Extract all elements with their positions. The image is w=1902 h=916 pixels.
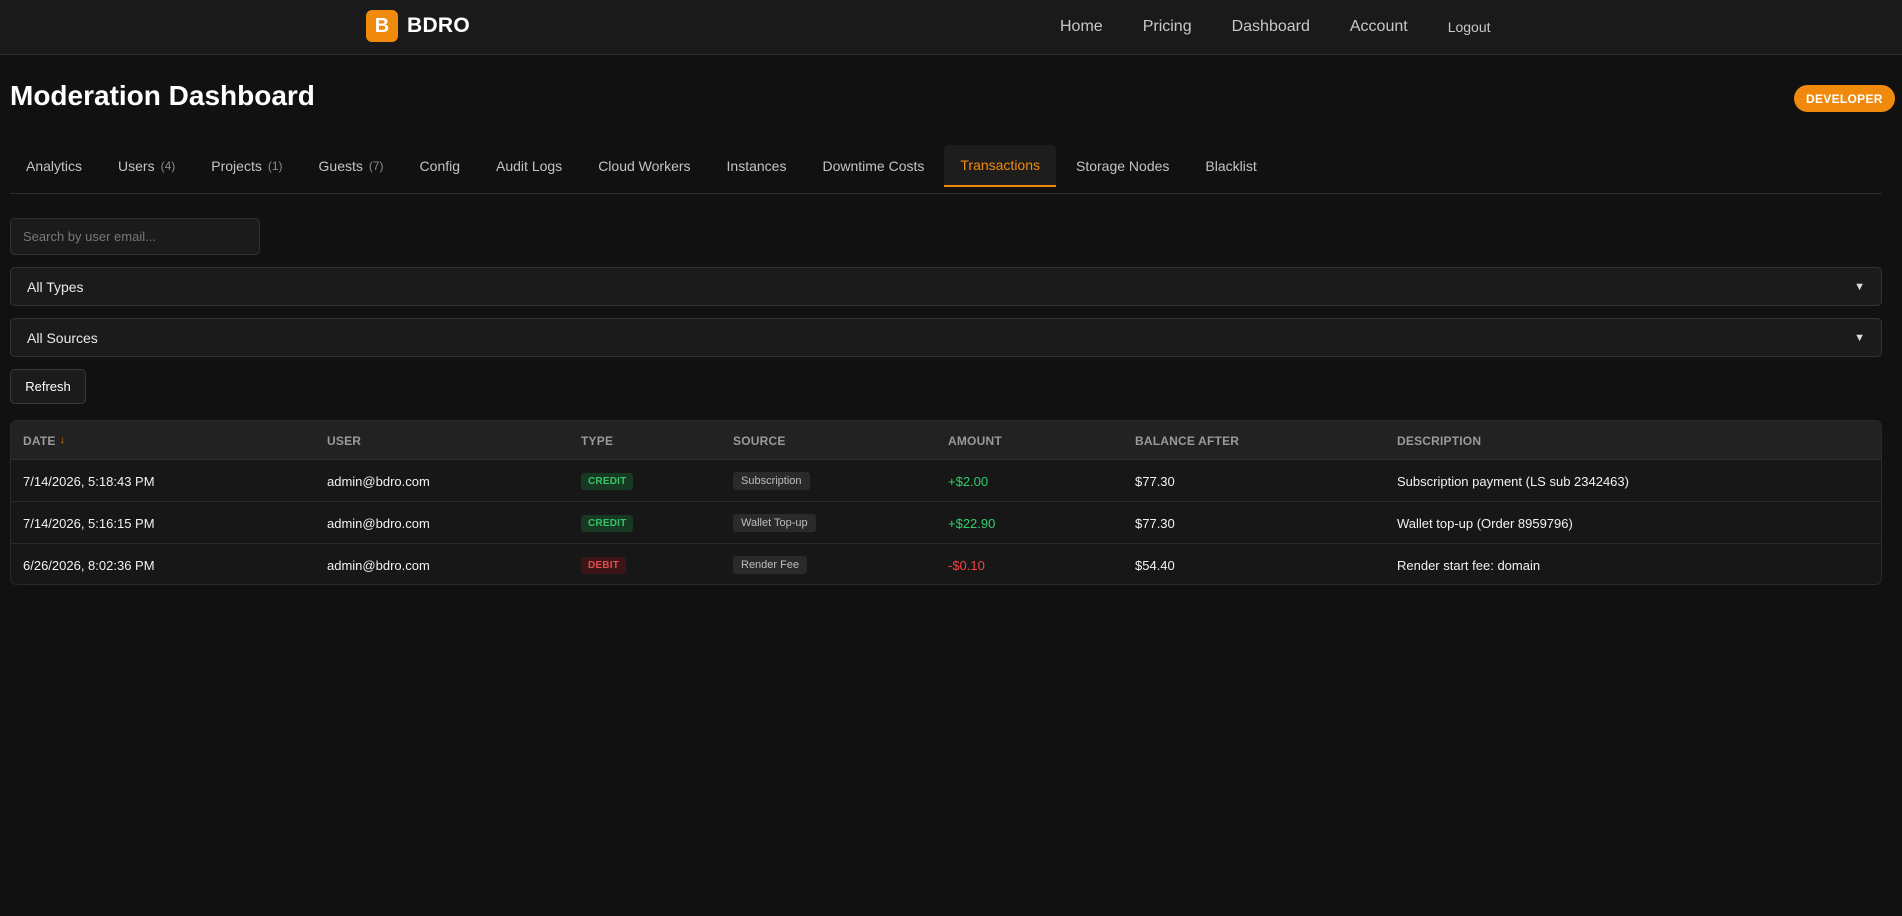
transactions-table: DATE ↓ USER TYPE SOURCE AMOUNT BALANCE A… [10,420,1882,585]
tab-guests[interactable]: Guests (7) [303,145,400,186]
tab-analytics[interactable]: Analytics [10,145,98,186]
tab-instances[interactable]: Instances [711,145,803,186]
column-header-amount: AMOUNT [948,433,1002,448]
source-badge: Subscription [733,472,810,490]
cell-description: Render start fee: domain [1397,557,1541,573]
type-badge: DEBIT [581,556,626,574]
dashboard-tabs: Analytics Users (4) Projects (1) Guests (7)… [10,145,1882,194]
cell-description: Subscription payment (LS sub 2342463) [1397,473,1629,489]
column-header-type: TYPE [581,433,614,448]
column-header-source: SOURCE [733,433,786,448]
cell-type: CREDIT [581,460,634,502]
nav-account-link[interactable]: Account [1350,18,1408,36]
cell-balance-after: $77.30 [1135,515,1175,531]
role-badge: DEVELOPER [1794,85,1895,112]
column-header-label: DATE [23,433,56,448]
column-header-user: USER [327,433,362,448]
cell-date: 6/26/2026, 8:02:36 PM [23,557,155,573]
cell-user: admin@bdro.com [327,515,430,531]
table-row: 6/26/2026, 8:02:36 PM admin@bdro.com DEB… [11,544,1881,584]
tab-transactions[interactable]: Transactions [944,145,1056,187]
top-navbar: B BDRO Home Pricing Dashboard Account Lo… [0,0,1902,55]
brand[interactable]: B BDRO [366,10,470,42]
tab-projects[interactable]: Projects (1) [195,145,298,186]
type-badge: CREDIT [581,514,634,532]
cell-source: Wallet Top-up [733,502,816,544]
tab-label: Config [419,157,461,174]
source-filter-select[interactable]: All Sources ▼ [10,318,1882,357]
tab-count: (7) [368,158,384,173]
column-header-balance-after: BALANCE AFTER [1135,433,1240,448]
source-badge: Render Fee [733,556,808,574]
tab-label: Projects [211,157,262,174]
table-header: DATE ↓ USER TYPE SOURCE AMOUNT BALANCE A… [11,421,1881,460]
table-row: 7/14/2026, 5:18:43 PM admin@bdro.com CRE… [11,460,1881,502]
refresh-button[interactable]: Refresh [10,369,86,404]
tab-cloud-workers[interactable]: Cloud Workers [582,145,706,186]
table-row: 7/14/2026, 5:16:15 PM admin@bdro.com CRE… [11,502,1881,544]
cell-source: Render Fee [733,544,808,584]
chevron-down-icon: ▼ [1854,280,1865,293]
tab-label: Users [118,157,155,174]
tab-label: Instances [726,157,787,174]
tab-label: Downtime Costs [822,157,925,174]
main-nav: Home Pricing Dashboard Account Logout [1060,0,1531,54]
cell-amount: +$22.90 [948,515,996,531]
column-header-description: DESCRIPTION [1397,433,1482,448]
tab-label: Blacklist [1205,157,1257,174]
source-filter-value: All Sources [27,329,98,346]
brand-name: BDRO [407,14,471,37]
cell-date: 7/14/2026, 5:16:15 PM [23,515,155,531]
cell-description: Wallet top-up (Order 8959796) [1397,515,1573,531]
tab-count: (4) [160,158,176,173]
type-filter-value: All Types [27,278,84,295]
sort-arrow-icon: ↓ [59,435,65,446]
tab-storage-nodes[interactable]: Storage Nodes [1060,145,1185,186]
chevron-down-icon: ▼ [1854,331,1865,344]
tab-label: Storage Nodes [1076,157,1170,174]
cell-date: 7/14/2026, 5:18:43 PM [23,473,155,489]
tab-label: Guests [318,157,363,174]
logout-link[interactable]: Logout [1448,19,1491,35]
tab-users[interactable]: Users (4) [102,145,191,186]
tab-label: Transactions [960,157,1040,173]
cell-user: admin@bdro.com [327,473,430,489]
cell-balance-after: $77.30 [1135,473,1175,489]
cell-source: Subscription [733,460,810,502]
cell-amount: +$2.00 [948,473,989,489]
tab-count: (1) [267,158,283,173]
cell-amount: -$0.10 [948,557,985,573]
source-badge: Wallet Top-up [733,514,816,532]
tab-blacklist[interactable]: Blacklist [1189,145,1272,186]
nav-home-link[interactable]: Home [1060,18,1103,36]
type-badge: CREDIT [581,472,634,490]
tab-label: Cloud Workers [598,157,691,174]
tab-audit-logs[interactable]: Audit Logs [480,145,578,186]
nav-dashboard-link[interactable]: Dashboard [1232,18,1310,36]
cell-balance-after: $54.40 [1135,557,1175,573]
cell-type: CREDIT [581,502,634,544]
tab-label: Audit Logs [496,157,563,174]
tab-config[interactable]: Config [404,145,476,186]
type-filter-select[interactable]: All Types ▼ [10,267,1882,306]
cell-user: admin@bdro.com [327,557,430,573]
search-input[interactable] [10,218,260,255]
cell-type: DEBIT [581,544,626,584]
column-header-date[interactable]: DATE ↓ [23,421,65,460]
nav-pricing-link[interactable]: Pricing [1143,18,1192,36]
brand-logo-icon: B [366,10,398,42]
tab-label: Analytics [26,157,83,174]
page-title: Moderation Dashboard [10,80,315,111]
tab-downtime-costs[interactable]: Downtime Costs [806,145,940,186]
